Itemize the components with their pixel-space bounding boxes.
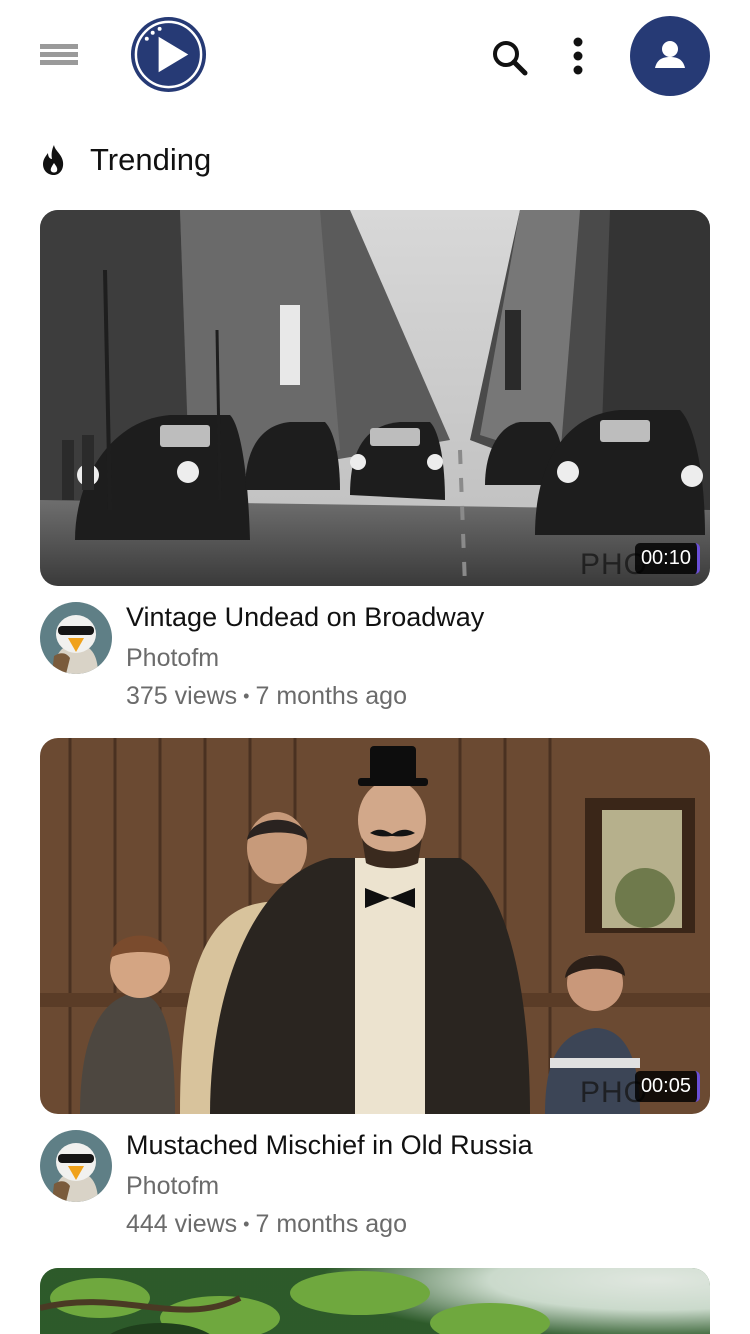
video-title[interactable]: Mustached Mischief in Old Russia <box>126 1130 533 1161</box>
video-meta: Mustached Mischief in Old Russia Photofm… <box>40 1114 710 1264</box>
video-stats: 444 views • 7 months ago <box>126 1210 407 1239</box>
upload-age: 7 months ago <box>255 682 407 710</box>
eagle-avatar-icon <box>40 602 112 674</box>
foliage-scene-image <box>40 1268 710 1334</box>
video-thumbnail-partial[interactable] <box>40 1268 710 1334</box>
video-meta: Vintage Undead on Broadway Photofm 375 v… <box>40 586 710 736</box>
video-duration: 00:10 <box>634 543 700 574</box>
channel-name[interactable]: Photofm <box>126 1172 219 1201</box>
video-card[interactable]: PHO 00:05 Mustached Mischief in Old Russ… <box>40 738 710 1264</box>
video-thumbnail[interactable]: PHO 00:05 <box>40 738 710 1114</box>
video-thumbnail[interactable]: PHO 00:10 <box>40 210 710 586</box>
hamburger-menu-icon[interactable] <box>40 44 80 74</box>
app-header <box>0 0 750 112</box>
barn-scene-image <box>40 738 710 1114</box>
eagle-avatar-icon <box>40 1130 112 1202</box>
channel-avatar[interactable] <box>40 1130 112 1202</box>
search-icon[interactable] <box>488 36 532 80</box>
upload-age: 7 months ago <box>255 1210 407 1238</box>
more-vertical-icon[interactable] <box>560 36 596 80</box>
video-stats: 375 views • 7 months ago <box>126 682 407 711</box>
account-button[interactable] <box>630 16 710 96</box>
video-title[interactable]: Vintage Undead on Broadway <box>126 602 484 633</box>
channel-avatar[interactable] <box>40 602 112 674</box>
separator-dot: • <box>243 1214 250 1234</box>
view-count: 375 views <box>126 682 238 710</box>
user-avatar-icon <box>655 41 685 68</box>
section-title: Trending <box>90 142 212 177</box>
fire-icon <box>43 145 64 175</box>
separator-dot: • <box>243 686 250 706</box>
channel-name[interactable]: Photofm <box>126 644 219 673</box>
video-duration: 00:05 <box>634 1071 700 1102</box>
play-logo-icon[interactable] <box>129 15 208 94</box>
video-card[interactable]: PHO 00:10 Vintage Undead on Broadway Pho… <box>40 210 710 736</box>
street-scene-image <box>40 210 710 586</box>
trending-header: Trending <box>40 138 211 182</box>
view-count: 444 views <box>126 1210 238 1238</box>
